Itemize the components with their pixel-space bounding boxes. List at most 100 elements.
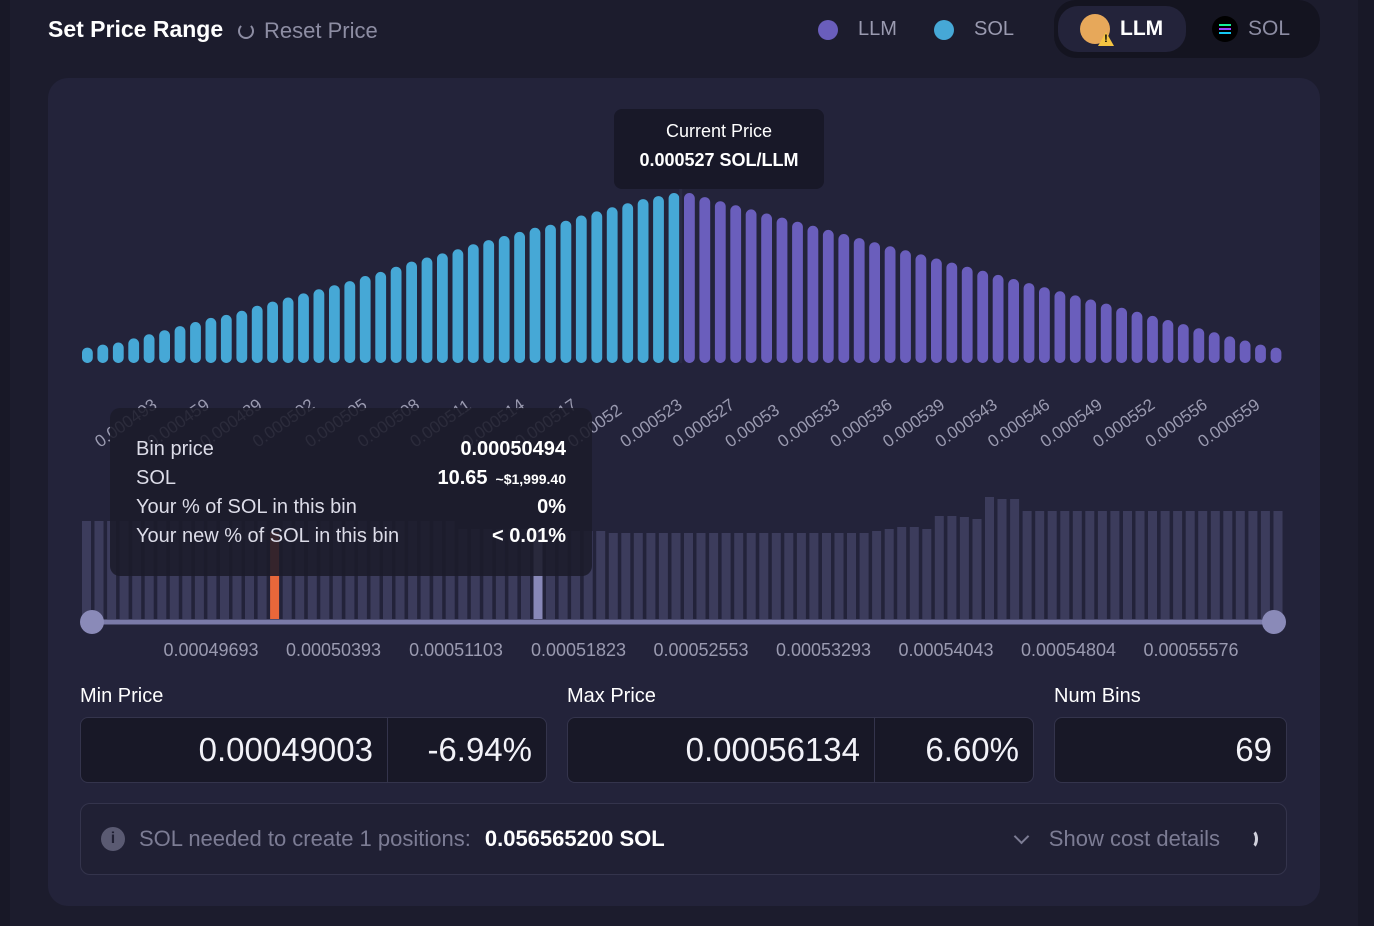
- sol-bar: [390, 266, 402, 363]
- llm-bar: [853, 238, 865, 363]
- show-cost-details-label: Show cost details: [1048, 826, 1220, 851]
- toggle-llm[interactable]: LLM: [1058, 6, 1186, 52]
- bin-tooltip-value: 0.00050494: [460, 438, 566, 460]
- llm-bar: [1162, 320, 1174, 363]
- llm-bar: [946, 262, 958, 363]
- range-min-handle[interactable]: [80, 610, 104, 634]
- llm-bar: [684, 193, 695, 363]
- liquidity-bin-bar: [1047, 511, 1057, 619]
- sol-bar: [112, 342, 124, 363]
- current-price-value: 0.000527 SOL/LLM: [639, 150, 799, 170]
- liquidity-bin-bar: [1085, 511, 1095, 619]
- bin-tooltip-usd: ~$1,999.40: [495, 471, 566, 487]
- llm-bar: [822, 229, 834, 363]
- liquidity-bin-bar: [646, 533, 656, 619]
- reset-price-button[interactable]: Reset Price: [238, 18, 378, 44]
- num-bins-input[interactable]: 69: [1055, 718, 1286, 782]
- bin-tooltip-label: Bin price: [136, 438, 214, 460]
- token-toggle: LLM SOL: [1054, 0, 1320, 58]
- refresh-icon: [238, 23, 254, 39]
- sol-bar: [97, 344, 109, 363]
- llm-bar: [1177, 324, 1189, 363]
- sol-bar: [128, 338, 140, 363]
- histogram-tick-label: 0.00054804: [1021, 640, 1116, 660]
- num-bins-label: Num Bins: [1054, 685, 1141, 707]
- sol-bar: [421, 257, 433, 363]
- liquidity-bin-bar: [1198, 511, 1208, 619]
- legend-sol-label: SOL: [974, 18, 1015, 40]
- histogram-tick-label: 0.00055576: [1143, 640, 1238, 660]
- current-price-tooltip: Current Price 0.000527 SOL/LLM: [614, 109, 824, 189]
- liquidity-bin-bar: [1235, 511, 1245, 619]
- sol-bar: [174, 326, 186, 363]
- min-price-percent[interactable]: -6.94%: [387, 718, 546, 782]
- histogram-tick-label: 0.00052553: [653, 640, 748, 660]
- bin-tooltip-row: Bin price 0.00050494: [136, 438, 566, 467]
- liquidity-bin-bar: [897, 527, 907, 619]
- liquidity-bin-bar: [1223, 511, 1233, 619]
- liquidity-bin-bar: [684, 533, 693, 619]
- toggle-sol-label: SOL: [1248, 17, 1291, 40]
- max-price-field[interactable]: 0.00056134 6.60%: [567, 717, 1034, 783]
- sol-bar: [637, 199, 649, 363]
- legend-sol: SOL: [934, 18, 1014, 41]
- liquidity-bin-bar: [746, 533, 756, 619]
- sol-token-icon: [1212, 16, 1238, 42]
- liquidity-bin-bar: [847, 533, 856, 619]
- sol-bar: [205, 317, 217, 363]
- histogram-tick-label: 0.00051103: [409, 640, 503, 660]
- liquidity-bin-bar: [721, 533, 731, 619]
- histogram-tick-label: 0.00049693: [163, 640, 258, 660]
- llm-bar: [1147, 315, 1158, 363]
- liquidity-bin-bar: [934, 516, 944, 619]
- sol-bar: [591, 211, 603, 363]
- llm-bar: [1039, 287, 1050, 363]
- liquidity-bin-bar: [834, 533, 844, 619]
- sol-bar: [545, 224, 556, 363]
- info-text: SOL needed to create 1 positions:: [139, 826, 471, 851]
- llm-bar: [1069, 295, 1081, 363]
- bin-tooltip-value: 0%: [537, 496, 566, 518]
- llm-bar: [1023, 283, 1035, 363]
- llm-bar: [807, 225, 819, 363]
- liquidity-bin-bar: [822, 533, 831, 619]
- toggle-sol[interactable]: SOL: [1204, 6, 1314, 52]
- llm-bar: [900, 250, 911, 363]
- sol-bar: [575, 215, 587, 363]
- sol-bar: [668, 193, 680, 363]
- liquidity-bin-bar: [1110, 511, 1120, 619]
- liquidity-bin-bar: [1210, 511, 1220, 619]
- sol-bar: [190, 322, 201, 363]
- liquidity-bin-bar: [972, 519, 982, 619]
- llm-bar: [915, 254, 927, 363]
- legend-llm-label: LLM: [858, 18, 897, 40]
- llm-bar: [1116, 307, 1127, 363]
- num-bins-field[interactable]: 69: [1054, 717, 1287, 783]
- liquidity-bin-bar: [1123, 511, 1132, 619]
- liquidity-bin-bar: [997, 499, 1007, 619]
- llm-bar: [931, 258, 942, 363]
- sol-bar: [483, 240, 495, 363]
- llm-bar: [869, 242, 880, 363]
- liquidity-bin-bar: [1022, 511, 1032, 619]
- info-icon: i: [101, 827, 125, 851]
- chevron-down-icon: [1013, 828, 1030, 844]
- max-price-percent[interactable]: 6.60%: [874, 718, 1033, 782]
- llm-bar: [1054, 291, 1066, 363]
- sol-bar: [251, 305, 263, 363]
- min-price-field[interactable]: 0.00049003 -6.94%: [80, 717, 547, 783]
- range-max-handle[interactable]: [1262, 610, 1286, 634]
- llm-bar: [1224, 336, 1236, 363]
- liquidity-bin-bar: [922, 529, 932, 619]
- llm-bar: [776, 217, 788, 363]
- liquidity-bin-bar: [771, 533, 781, 619]
- liquidity-bin-bar: [1273, 511, 1283, 619]
- max-price-label: Max Price: [567, 685, 656, 707]
- liquidity-bin-bar: [1010, 499, 1020, 619]
- max-price-input[interactable]: 0.00056134: [568, 718, 874, 782]
- page-title: Set Price Range: [48, 16, 224, 42]
- sol-bar: [220, 314, 232, 363]
- show-cost-details-button[interactable]: Show cost details: [1013, 826, 1258, 852]
- llm-bar: [1255, 344, 1266, 363]
- min-price-input[interactable]: 0.00049003: [81, 718, 387, 782]
